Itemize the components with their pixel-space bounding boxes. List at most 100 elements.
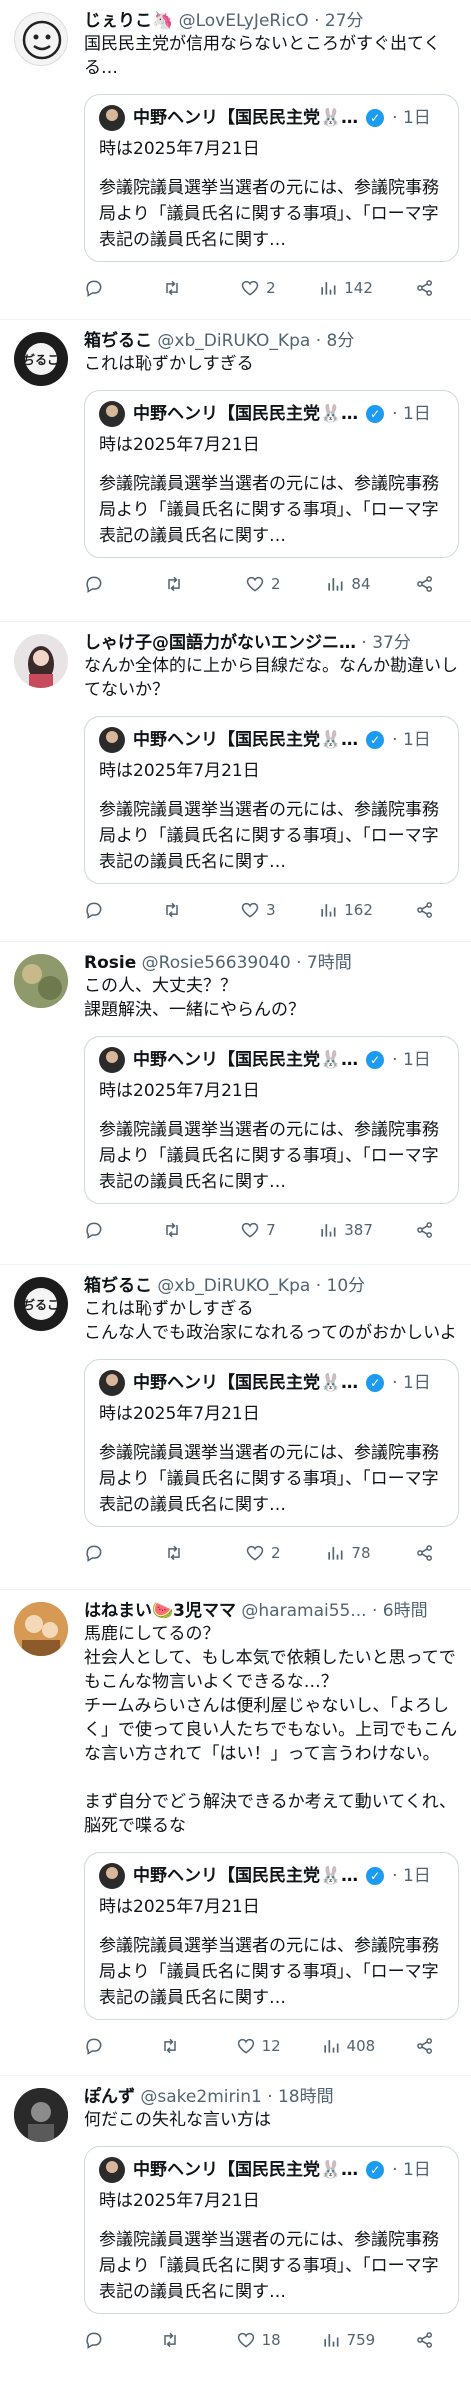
retweet-button[interactable]	[164, 1543, 200, 1563]
views-button[interactable]: 84	[325, 574, 371, 594]
quoted-avatar	[99, 1047, 125, 1073]
retweet-button[interactable]	[160, 2036, 196, 2056]
reply-button[interactable]	[84, 900, 120, 920]
timestamp[interactable]: · 18時間	[267, 2087, 333, 2107]
views-button[interactable]: 78	[325, 1543, 371, 1563]
heart-icon	[237, 2038, 254, 2054]
quoted-timestamp: · 1日	[392, 1050, 431, 1070]
display-name[interactable]: はねまい🍉3児ママ	[84, 1601, 236, 1621]
display-name[interactable]: Rosie	[84, 953, 136, 973]
verified-badge-icon: ✓	[366, 2161, 385, 2179]
share-button[interactable]	[415, 278, 451, 298]
avatar[interactable]	[14, 954, 68, 1008]
reply-icon	[86, 576, 102, 593]
verified-badge-icon: ✓	[366, 109, 385, 127]
like-button[interactable]: 2	[240, 278, 276, 298]
reply-button[interactable]	[84, 2036, 120, 2056]
user-handle[interactable]: @haramai55...	[241, 1601, 366, 1621]
quoted-tweet[interactable]: 中野ヘンリ【国民民主党🐰… ✓ · 1日 時は2025年7月21日 参議院議員選挙当…	[84, 716, 459, 884]
user-handle[interactable]: @xb_DiRUKO_Kpa	[157, 1276, 310, 1296]
tweet[interactable]: ぢるこ 箱ぢるこ @xb_DiRUKO_Kpa · 10分 これは恥ずかしすぎる…	[0, 1265, 471, 1590]
quoted-avatar	[99, 1863, 125, 1889]
retweet-button[interactable]	[164, 574, 200, 594]
tweet-header: Rosie @Rosie56639040 · 7時間	[84, 952, 459, 974]
retweet-icon	[164, 2332, 176, 2348]
tweet[interactable]: ぽんず @sake2mirin1 · 18時間 何だこの失礼な言い方は 中野ヘン…	[0, 2076, 471, 2380]
reply-icon	[86, 280, 102, 297]
views-button[interactable]: 162	[318, 900, 373, 920]
like-button[interactable]: 2	[245, 574, 281, 594]
quoted-tweet[interactable]: 中野ヘンリ【国民民主党🐰… ✓ · 1日 時は2025年7月21日 参議院議員選挙当…	[84, 1852, 459, 2020]
avatar[interactable]	[14, 634, 68, 688]
display-name[interactable]: 箱ぢるこ	[84, 331, 152, 351]
timestamp[interactable]: · 8分	[316, 331, 355, 351]
retweet-button[interactable]	[160, 2330, 196, 2350]
avatar[interactable]	[14, 2088, 68, 2142]
tweet[interactable]: じぇりこ🦄 @LovELyJeRicO · 27分 国民民主党が信用ならないとこ…	[0, 0, 471, 320]
avatar[interactable]	[14, 1602, 68, 1656]
quoted-timestamp: · 1日	[392, 2160, 431, 2180]
like-button[interactable]: 18	[236, 2330, 281, 2350]
verified-badge-icon: ✓	[366, 731, 385, 749]
timestamp[interactable]: · 10分	[316, 1276, 365, 1296]
share-icon	[417, 1222, 432, 1238]
views-button[interactable]: 759	[321, 2330, 375, 2350]
quoted-tweet[interactable]: 中野ヘンリ【国民民主党🐰… ✓ · 1日 時は2025年7月21日 参議院議員選挙当…	[84, 2146, 459, 2314]
heart-icon	[237, 2332, 254, 2348]
share-button[interactable]	[415, 2036, 451, 2056]
tweet[interactable]: はねまい🍉3児ママ @haramai55... · 6時間 馬鹿にしてるの？ 社…	[0, 1590, 471, 2076]
retweet-button[interactable]	[162, 1220, 198, 1240]
reply-icon	[86, 902, 102, 919]
user-handle[interactable]: @xb_DiRUKO_Kpa	[157, 331, 310, 351]
user-handle[interactable]: @sake2mirin1	[140, 2087, 261, 2107]
reply-button[interactable]	[84, 1543, 120, 1563]
user-handle[interactable]: @Rosie56639040	[142, 953, 291, 973]
quoted-avatar	[99, 1370, 125, 1396]
views-button[interactable]: 408	[321, 2036, 375, 2056]
quoted-text: 参議院議員選挙当選者の元には、参議院事務局より「議員氏名に関する事項」、「ローマ…	[99, 800, 439, 872]
display-name[interactable]: しゃけ子@国語力がないエンジニ…	[84, 633, 356, 653]
like-button[interactable]: 7	[240, 1220, 276, 1240]
tweet[interactable]: しゃけ子@国語力がないエンジニ… · 37分 なんか全体的に上から目線だな。なん…	[0, 622, 471, 942]
views-icon	[321, 904, 336, 917]
avatar[interactable]: ぢるこ	[14, 332, 68, 386]
tweet[interactable]: Rosie @Rosie56639040 · 7時間 この人、大丈夫？？ 課題解…	[0, 942, 471, 1265]
share-button[interactable]	[415, 574, 451, 594]
reply-button[interactable]	[84, 574, 120, 594]
like-button[interactable]: 2	[245, 1543, 281, 1563]
avatar[interactable]: ぢるこ	[14, 1277, 68, 1331]
reply-button[interactable]	[84, 1220, 120, 1240]
share-button[interactable]	[415, 900, 451, 920]
quoted-tweet[interactable]: 中野ヘンリ【国民民主党🐰… ✓ · 1日 時は2025年7月21日 参議院議員選挙当…	[84, 94, 459, 262]
share-button[interactable]	[415, 2330, 451, 2350]
display-name[interactable]: ぽんず	[84, 2087, 135, 2107]
quoted-tweet[interactable]: 中野ヘンリ【国民民主党🐰… ✓ · 1日 時は2025年7月21日 参議院議員選挙当…	[84, 1359, 459, 1527]
user-handle[interactable]: @LovELyJeRicO	[179, 11, 309, 31]
timestamp[interactable]: · 37分	[361, 633, 410, 653]
tweet[interactable]: ぢるこ 箱ぢるこ @xb_DiRUKO_Kpa · 8分 これは恥ずかしすぎる …	[0, 320, 471, 622]
display-name[interactable]: 箱ぢるこ	[84, 1276, 152, 1296]
share-button[interactable]	[415, 1543, 451, 1563]
avatar[interactable]	[14, 12, 68, 66]
share-button[interactable]	[415, 1220, 451, 1240]
share-icon	[417, 280, 432, 296]
retweet-button[interactable]	[162, 278, 198, 298]
quoted-tweet[interactable]: 中野ヘンリ【国民民主党🐰… ✓ · 1日 時は2025年7月21日 参議院議員選挙当…	[84, 390, 459, 558]
retweet-button[interactable]	[162, 900, 198, 920]
views-count: 142	[344, 279, 373, 297]
quoted-tweet[interactable]: 中野ヘンリ【国民民主党🐰… ✓ · 1日 時は2025年7月21日 参議院議員選挙当…	[84, 1036, 459, 1204]
quoted-text: 参議院議員選挙当選者の元には、参議院事務局より「議員氏名に関する事項」、「ローマ…	[99, 474, 439, 546]
views-button[interactable]: 387	[318, 1220, 373, 1240]
like-button[interactable]: 3	[240, 900, 276, 920]
reply-icon	[86, 1222, 102, 1239]
views-button[interactable]: 142	[318, 278, 373, 298]
reply-button[interactable]	[84, 278, 120, 298]
reply-button[interactable]	[84, 2330, 120, 2350]
timestamp[interactable]: · 6時間	[372, 1601, 428, 1621]
like-button[interactable]: 12	[236, 2036, 281, 2056]
timestamp[interactable]: · 7時間	[296, 953, 352, 973]
timestamp[interactable]: · 27分	[314, 11, 363, 31]
display-name[interactable]: じぇりこ🦄	[84, 11, 173, 31]
like-count: 18	[261, 2331, 281, 2349]
share-icon	[417, 1545, 432, 1561]
